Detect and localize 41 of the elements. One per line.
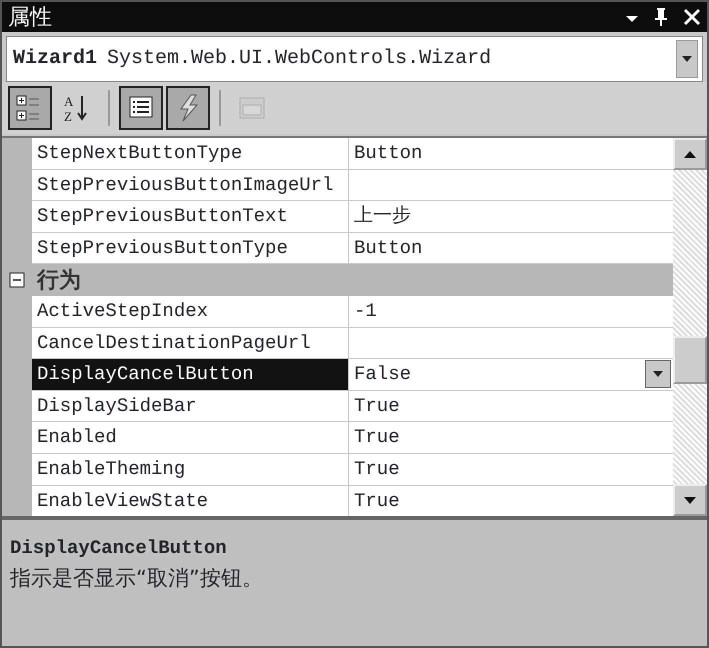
caret-icon[interactable] (681, 55, 693, 63)
description-title: DisplayCancelButton (10, 536, 228, 561)
scrollbar-thumb[interactable] (673, 336, 707, 384)
property-name[interactable]: Enabled (32, 422, 349, 454)
object-selector[interactable]: Wizard1 System.Web.UI.WebControls.Wizard (6, 36, 703, 82)
property-name[interactable]: StepNextButtonType (32, 138, 349, 170)
property-name[interactable]: ActiveStepIndex (32, 296, 349, 328)
property-value[interactable]: Button (349, 138, 673, 170)
scrollbar[interactable] (673, 138, 707, 516)
property-value[interactable]: True (349, 390, 673, 422)
caret-icon (683, 150, 697, 158)
property-list-button[interactable] (119, 86, 163, 130)
dropdown-button[interactable] (645, 360, 671, 388)
property-value[interactable]: True (349, 422, 673, 454)
property-value[interactable]: False (349, 359, 673, 391)
sort-letter: A (64, 94, 74, 109)
property-name[interactable]: StepPreviousButtonImageUrl (32, 170, 349, 202)
pin-icon[interactable] (653, 7, 669, 27)
object-type: System.Web.UI.WebControls.Wizard (107, 46, 492, 72)
property-name[interactable]: DisplayCancelButton (32, 359, 349, 391)
property-name[interactable]: StepPreviousButtonText (32, 201, 349, 233)
caret-icon (683, 496, 697, 504)
description-text: 指示是否显示“取消”按钮。 (10, 564, 264, 592)
object-name: Wizard1 (13, 46, 98, 72)
property-name[interactable]: EnableTheming (32, 454, 349, 486)
categorized-button[interactable] (8, 86, 52, 130)
scroll-up-button[interactable] (673, 138, 707, 170)
property-value[interactable]: -1 (349, 296, 673, 328)
sort-alphabetical-button[interactable]: A Z (55, 86, 99, 130)
caret-icon (652, 370, 664, 378)
property-value[interactable]: 上一步 (349, 201, 673, 233)
sort-letter: Z (64, 109, 72, 123)
property-name[interactable]: EnableViewState (32, 486, 349, 516)
close-icon[interactable] (683, 8, 701, 26)
collapse-icon[interactable] (9, 272, 25, 288)
property-value[interactable]: True (349, 454, 673, 486)
property-name[interactable]: DisplaySideBar (32, 390, 349, 422)
category-label: 行为 (36, 266, 81, 295)
window-title: 属性 (8, 4, 52, 32)
lightning-button[interactable] (166, 86, 210, 130)
scroll-down-button[interactable] (673, 484, 707, 516)
